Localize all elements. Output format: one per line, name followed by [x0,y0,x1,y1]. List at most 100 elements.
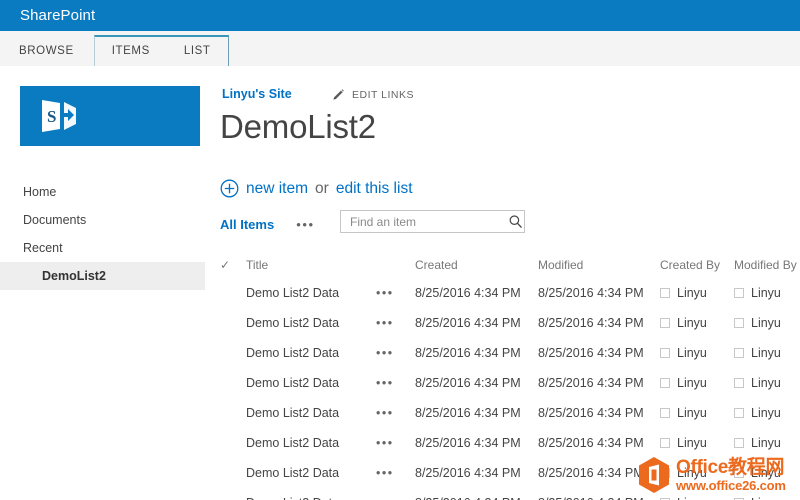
tab-list[interactable]: LIST [167,45,228,66]
row-title-link[interactable]: Demo List2 Data [246,346,376,360]
sidebar-item-home[interactable]: Home [0,178,205,206]
row-menu-ellipsis[interactable]: ••• [376,406,415,420]
presence-icon [660,317,670,328]
row-modified-by[interactable]: Linyu [734,286,800,300]
tab-items[interactable]: ITEMS [95,45,167,66]
edit-this-list-link[interactable]: edit this list [336,180,413,198]
row-title-link[interactable]: Demo List2 Data [246,286,376,300]
presence-icon [734,467,744,478]
suite-bar-title[interactable]: SharePoint [20,7,95,24]
new-item-link[interactable]: new item [246,180,308,198]
row-modified-by[interactable]: Linyu [734,346,800,360]
site-logo[interactable]: S [20,86,200,146]
table-row[interactable]: Demo List2 Data•••8/25/2016 4:34 PM8/25/… [220,278,800,308]
row-menu-ellipsis[interactable]: ••• [376,436,415,450]
column-header-created[interactable]: Created [415,258,538,272]
contextual-tab-group: ITEMS LIST [93,35,229,66]
ribbon-tabs: BROWSE ITEMS LIST [0,31,229,66]
row-created: 8/25/2016 4:34 PM [415,406,521,420]
presence-icon [734,287,744,298]
row-created-by-text: Linyu [677,376,707,390]
row-modified-by[interactable]: Linyu [734,466,800,480]
row-modified-by[interactable]: Linyu [734,436,800,450]
row-created-by-text: Linyu [677,496,707,500]
row-modified-by[interactable]: Linyu [734,376,800,390]
row-created-by[interactable]: Linyu [660,496,734,500]
column-header-modified-by[interactable]: Modified By [734,258,800,272]
row-menu-ellipsis[interactable]: ••• [376,496,415,500]
row-created-by-text: Linyu [677,346,707,360]
plus-circle-icon[interactable] [220,179,239,198]
row-title-link[interactable]: Demo List2 Data [246,496,376,500]
presence-icon [734,317,744,328]
row-menu-ellipsis[interactable]: ••• [376,346,415,360]
row-modified-by[interactable]: Linyu [734,406,800,420]
column-header-modified[interactable]: Modified [538,258,660,272]
row-title-link[interactable]: Demo List2 Data [246,436,376,450]
current-view-label[interactable]: All Items [220,217,274,232]
table-row[interactable]: Demo List2 Data•••8/25/2016 4:34 PM8/25/… [220,368,800,398]
column-header-select-all[interactable]: ✓ [220,258,246,272]
svg-text:S: S [47,107,56,126]
suite-bar: SharePoint [0,0,800,31]
table-row[interactable]: Demo List2 Data•••8/25/2016 4:34 PM8/25/… [220,428,800,458]
table-body: Demo List2 Data ••• 8/25/2016 4:34 PM 8/25/… [220,278,800,500]
row-menu-ellipsis[interactable]: ••• [376,466,415,480]
row-created-by-text: Linyu [677,436,707,450]
row-title-link[interactable]: Demo List2 Data [246,466,376,480]
search-box[interactable] [340,210,525,233]
new-item-or-label: or [315,179,329,197]
row-created-by[interactable]: Linyu [660,406,734,420]
row-created-by[interactable]: Linyu [660,286,734,300]
table-row[interactable]: Demo List2 Data•••8/25/2016 4:34 PM8/25/… [220,338,800,368]
list-table: ✓ Title Created Modified Created By Modi… [220,252,800,500]
row-menu-ellipsis[interactable]: ••• [376,376,415,390]
row-title-link[interactable]: Demo List2 Data [246,376,376,390]
row-created: 8/25/2016 4:34 PM [415,286,521,300]
row-menu-ellipsis[interactable]: ••• [376,286,415,300]
row-created: 8/25/2016 4:34 PM [415,346,521,360]
tab-browse[interactable]: BROWSE [19,45,74,66]
table-header-row: ✓ Title Created Modified Created By Modi… [220,252,800,278]
row-modified-by-text: Linyu [751,316,781,330]
presence-icon [660,377,670,388]
table-row[interactable]: Demo List2 Data•••8/25/2016 4:34 PM8/25/… [220,458,800,488]
edit-links-button[interactable]: EDIT LINKS [331,88,414,102]
row-menu-ellipsis[interactable]: ••• [376,316,415,330]
sharepoint-logo-icon: S [42,100,76,132]
page-title: DemoList2 [220,108,376,145]
search-button[interactable] [507,214,524,229]
row-created-by[interactable]: Linyu [660,376,734,390]
sidebar-item-demolist2[interactable]: DemoList2 [0,262,205,290]
breadcrumb-site-link[interactable]: Linyu's Site [222,87,292,101]
row-created-by[interactable]: Linyu [660,316,734,330]
row-created: 8/25/2016 4:34 PM [415,496,538,500]
column-header-created-by[interactable]: Created By [660,258,734,272]
row-modified-by[interactable]: Linyu [734,316,800,330]
view-options-ellipsis[interactable]: ••• [296,217,314,232]
row-modified: 8/25/2016 4:34 PM [538,286,644,300]
column-header-title[interactable]: Title [246,258,376,272]
row-title-link[interactable]: Demo List2 Data [246,316,376,330]
left-navigation: Home Documents Recent DemoList2 [0,178,205,290]
presence-icon [734,437,744,448]
search-icon [509,215,522,228]
row-modified-by[interactable]: Linyu [734,496,800,500]
search-input[interactable] [348,210,507,233]
sidebar-item-documents[interactable]: Documents [0,206,205,234]
row-created-by-text: Linyu [677,466,707,480]
row-created: 8/25/2016 4:34 PM [415,316,521,330]
row-created-by[interactable]: Linyu [660,436,734,450]
row-title-link[interactable]: Demo List2 Data [246,406,376,420]
row-created-by[interactable]: Linyu [660,466,734,480]
table-row[interactable]: Demo List2 Data•••8/25/2016 4:34 PM8/25/… [220,488,800,500]
sidebar-item-recent[interactable]: Recent [0,234,205,262]
row-modified-by-text: Linyu [751,376,781,390]
presence-icon [734,347,744,358]
table-row[interactable]: Demo List2 Data•••8/25/2016 4:34 PM8/25/… [220,308,800,338]
row-modified: 8/25/2016 4:34 PM [538,496,660,500]
table-row[interactable]: Demo List2 Data•••8/25/2016 4:34 PM8/25/… [220,398,800,428]
row-modified-by-text: Linyu [751,346,781,360]
row-created-by[interactable]: Linyu [660,346,734,360]
presence-icon [660,437,670,448]
